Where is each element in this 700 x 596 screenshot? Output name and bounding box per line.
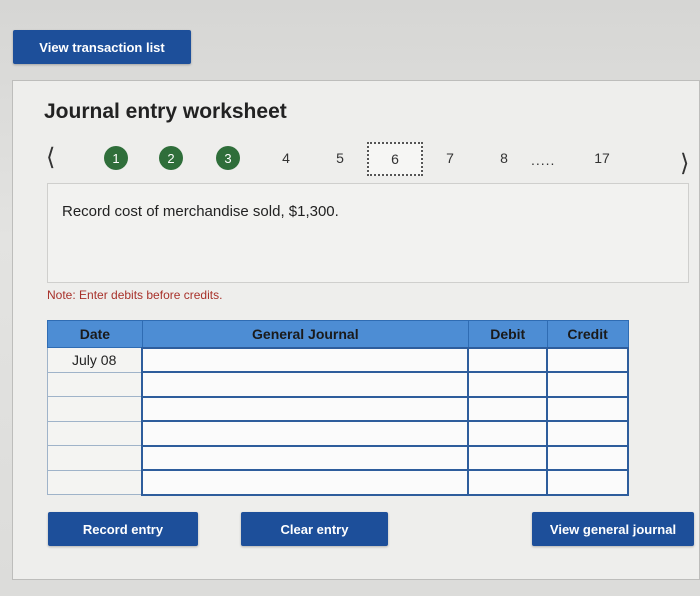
debit-input[interactable]: [467, 420, 549, 447]
credit-input[interactable]: [546, 444, 629, 471]
transaction-prompt: Record cost of merchandise sold, $1,300.: [62, 203, 339, 220]
debit-credit-note: Note: Enter debits before credits.: [47, 288, 223, 302]
debit-input[interactable]: [467, 346, 549, 373]
account-input[interactable]: [141, 371, 470, 398]
record-entry-button[interactable]: Record entry: [48, 512, 198, 546]
debit-input[interactable]: [467, 444, 549, 471]
journal-row: [47, 469, 629, 496]
worksheet-title: Journal entry worksheet: [44, 100, 287, 123]
credit-input[interactable]: [546, 420, 629, 447]
step-1[interactable]: 1: [104, 146, 128, 170]
steps-ellipsis: .....: [531, 152, 556, 168]
view-general-journal-button[interactable]: View general journal: [532, 512, 694, 546]
step-3[interactable]: 3: [216, 146, 240, 170]
account-input[interactable]: [141, 444, 470, 471]
journal-row: [47, 420, 629, 447]
credit-header: Credit: [546, 320, 629, 348]
step-4[interactable]: 4: [274, 146, 298, 170]
date-cell: [47, 469, 143, 495]
step-7[interactable]: 7: [438, 146, 462, 170]
date-cell: July 08: [47, 347, 143, 373]
credit-input[interactable]: [546, 371, 629, 398]
journal-table: Date General Journal Debit Credit July 0…: [47, 320, 629, 496]
credit-input[interactable]: [546, 469, 629, 496]
journal-header-row: Date General Journal Debit Credit: [47, 320, 629, 348]
account-input[interactable]: [141, 395, 470, 422]
credit-input[interactable]: [546, 395, 629, 422]
debit-input[interactable]: [467, 395, 549, 422]
date-cell: [47, 445, 143, 471]
journal-row: [47, 371, 629, 398]
debit-input[interactable]: [467, 469, 549, 496]
step-5[interactable]: 5: [328, 146, 352, 170]
account-input[interactable]: [141, 469, 470, 496]
journal-row: [47, 395, 629, 422]
chevron-left-icon[interactable]: ⟨: [46, 146, 55, 170]
step-2[interactable]: 2: [159, 146, 183, 170]
debit-header: Debit: [467, 320, 548, 348]
prompt-box: [47, 183, 689, 283]
chevron-right-icon[interactable]: ⟩: [680, 152, 689, 176]
journal-row: July 08: [47, 346, 629, 373]
debit-input[interactable]: [467, 371, 549, 398]
step-6-current[interactable]: 6: [367, 142, 423, 176]
general-journal-header: General Journal: [141, 320, 469, 348]
date-cell: [47, 420, 143, 446]
clear-entry-button[interactable]: Clear entry: [241, 512, 388, 546]
step-17[interactable]: 17: [590, 146, 614, 170]
credit-input[interactable]: [546, 346, 629, 373]
date-header: Date: [47, 320, 143, 348]
date-cell: [47, 371, 143, 397]
account-input[interactable]: [141, 420, 470, 447]
step-8[interactable]: 8: [492, 146, 516, 170]
journal-row: [47, 444, 629, 471]
account-input[interactable]: [141, 346, 470, 373]
date-cell: [47, 396, 143, 422]
view-transaction-list-button[interactable]: View transaction list: [13, 30, 191, 64]
